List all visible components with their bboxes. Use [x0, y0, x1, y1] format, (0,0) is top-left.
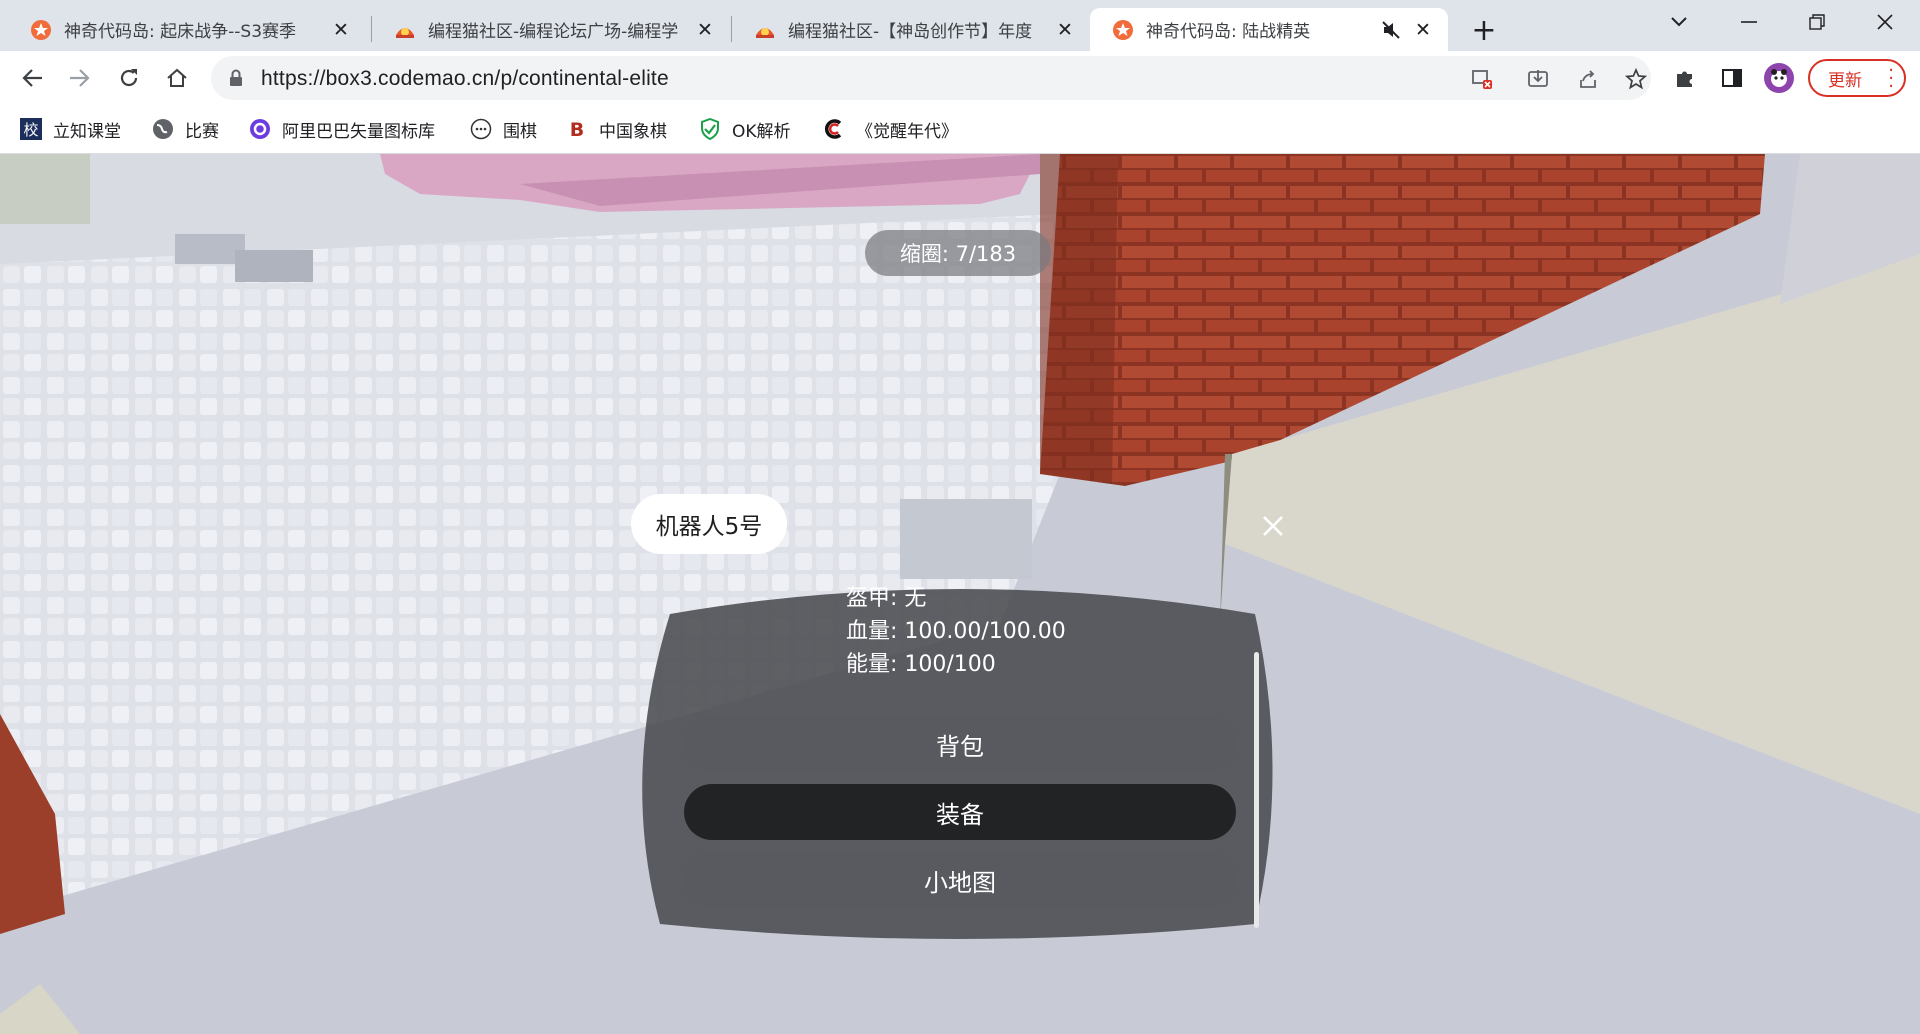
profile-avatar[interactable]	[1764, 63, 1794, 93]
minimize-icon[interactable]	[1720, 0, 1778, 44]
browser-tab-2[interactable]: 编程猫社区-编程论坛广场-编程学 ✕	[372, 8, 730, 51]
globe-icon	[153, 119, 173, 139]
minimap-button[interactable]: 小地图	[684, 852, 1236, 908]
school-icon: 校	[20, 118, 42, 140]
bookmark-label: 阿里巴巴矢量图标库	[282, 121, 435, 142]
player-name-pill: 机器人5号	[631, 494, 787, 554]
tab-title: 编程猫社区-编程论坛广场-编程学	[428, 22, 679, 42]
bookmark-item[interactable]: 校 立知课堂	[20, 116, 121, 142]
muted-speaker-icon[interactable]	[1380, 19, 1402, 41]
tab-title: 神奇代码岛: 陆战精英	[1146, 22, 1311, 42]
codemao-star-icon	[31, 19, 51, 40]
restore-window-icon[interactable]	[1788, 0, 1846, 44]
bookmark-label: 比赛	[185, 121, 219, 142]
bookmarks-bar: 校 立知课堂 比赛 阿里巴巴矢量图标库 围棋 B 中国象棋 OK解析 《觉醒年代…	[0, 105, 1920, 154]
home-icon[interactable]	[161, 62, 193, 94]
update-button[interactable]: 更新 · · ·	[1808, 59, 1906, 97]
bookmark-label: 《觉醒年代》	[856, 121, 958, 142]
browser-tab-1[interactable]: 神奇代码岛: 起床战争--S3赛季 ✕	[8, 8, 366, 51]
health-stat: 血量: 100.00/100.00	[846, 619, 1066, 644]
close-window-icon[interactable]	[1856, 0, 1914, 44]
url-text[interactable]: https://box3.codemao.cn/p/continental-el…	[261, 67, 669, 91]
bookmark-label: 立知课堂	[53, 121, 121, 142]
ring-shrink-counter: 缩圈: 7/183	[865, 230, 1051, 276]
browser-toolbar: https://box3.codemao.cn/p/continental-el…	[0, 51, 1920, 105]
chess-icon: B	[570, 119, 584, 140]
share-icon[interactable]	[1575, 66, 1601, 92]
bookmark-item[interactable]: 围棋	[470, 116, 537, 142]
forward-arrow-icon[interactable]	[64, 62, 96, 94]
tab-search-chevron-icon[interactable]	[1650, 0, 1708, 44]
panel-scrollbar[interactable]	[1254, 652, 1259, 928]
energy-stat: 能量: 100/100	[846, 652, 996, 677]
back-arrow-icon[interactable]	[16, 62, 48, 94]
extensions-puzzle-icon[interactable]	[1670, 63, 1700, 93]
install-app-icon[interactable]	[1525, 66, 1551, 92]
bookmark-item[interactable]: 比赛	[152, 116, 219, 142]
close-tab-icon[interactable]: ✕	[692, 17, 718, 43]
bookmark-label: OK解析	[732, 121, 791, 142]
more-menu-icon[interactable]: · · ·	[1888, 62, 1894, 96]
address-bar[interactable]: https://box3.codemao.cn/p/continental-el…	[211, 56, 1651, 100]
browser-tab-3[interactable]: 编程猫社区-【神岛创作节】年度 ✕	[732, 8, 1090, 51]
backpack-button[interactable]: 背包	[684, 716, 1236, 772]
lock-icon[interactable]	[229, 69, 243, 87]
bookmark-label: 中国象棋	[599, 121, 667, 142]
game-canvas[interactable]: 缩圈: 7/183 机器人5号 盔甲: 无 血量: 100.00/100.00 …	[0, 154, 1920, 1034]
new-tab-button[interactable]: +	[1466, 12, 1502, 48]
update-label: 更新	[1828, 70, 1862, 91]
close-tab-icon[interactable]: ✕	[328, 17, 354, 43]
svg-text:校: 校	[23, 121, 38, 139]
iconfont-icon	[250, 119, 270, 139]
tab-strip: 神奇代码岛: 起床战争--S3赛季 ✕ 编程猫社区-编程论坛广场-编程学 ✕ 编…	[0, 0, 1920, 51]
bookmark-item[interactable]: B 中国象棋	[566, 116, 667, 142]
bookmark-star-icon[interactable]	[1623, 66, 1649, 92]
codemao-star-icon	[1113, 19, 1133, 40]
tab-title: 编程猫社区-【神岛创作节】年度	[788, 22, 1033, 42]
bookmark-item[interactable]: 《觉醒年代》	[823, 116, 958, 142]
popup-blocked-icon[interactable]	[1469, 66, 1495, 92]
c-logo-icon	[824, 119, 842, 139]
browser-tab-4-active[interactable]: 神奇代码岛: 陆战精英 ✕	[1090, 8, 1448, 51]
reload-icon[interactable]	[113, 62, 145, 94]
bookmark-item[interactable]: OK解析	[699, 116, 791, 142]
close-panel-icon[interactable]	[1258, 511, 1288, 541]
side-panel-icon[interactable]	[1717, 63, 1747, 93]
go-game-icon	[470, 118, 492, 140]
armor-stat: 盔甲: 无	[846, 586, 927, 611]
svg-text:B: B	[570, 119, 584, 140]
shield-check-icon	[701, 118, 719, 140]
codemao-cat-icon	[396, 27, 414, 38]
close-tab-icon[interactable]: ✕	[1410, 17, 1436, 43]
close-tab-icon[interactable]: ✕	[1052, 17, 1078, 43]
player-stats: 盔甲: 无 血量: 100.00/100.00 能量: 100/100	[846, 582, 1066, 681]
codemao-cat-icon	[756, 27, 774, 38]
bookmark-item[interactable]: 阿里巴巴矢量图标库	[249, 116, 435, 142]
equipment-button[interactable]: 装备	[684, 784, 1236, 840]
bookmark-label: 围棋	[503, 121, 537, 142]
tab-title: 神奇代码岛: 起床战争--S3赛季	[64, 22, 297, 42]
